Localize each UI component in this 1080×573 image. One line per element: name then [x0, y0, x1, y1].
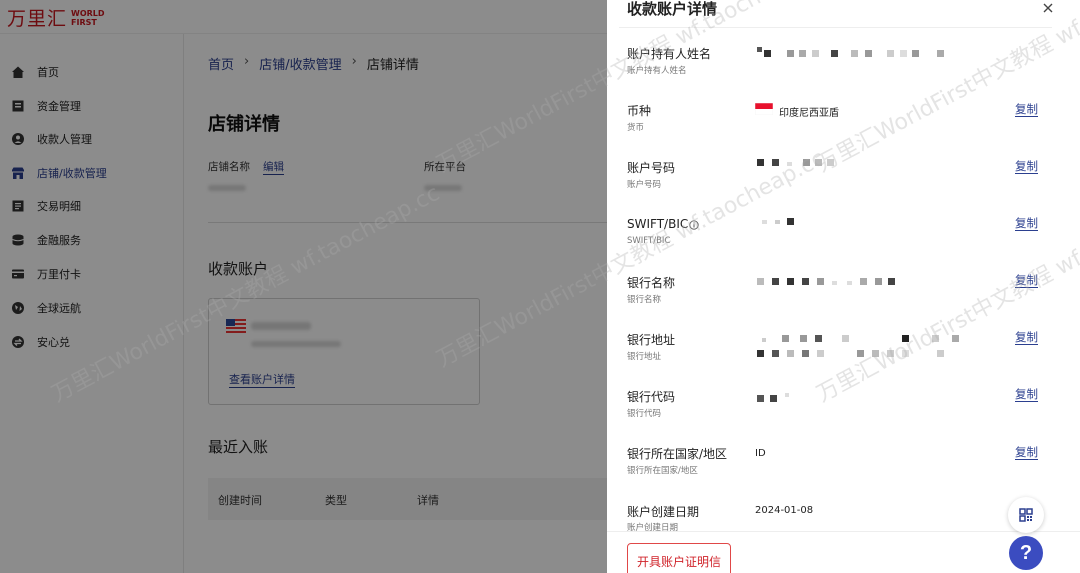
field-sublabel-holder-name: 账户持有人姓名 — [627, 66, 687, 76]
field-label-bank-address: 银行地址 — [627, 333, 676, 347]
field-sublabel-bank-name: 银行名称 — [627, 295, 662, 305]
field-label-holder-name: 账户持有人姓名 — [627, 47, 712, 61]
close-icon[interactable] — [1041, 1, 1055, 15]
account-details-drawer: 收款账户详情 账户持有人姓名 账户持有人姓名 币种 货币 印度尼西亚盾 复制 账… — [607, 0, 1080, 573]
field-sublabel-bank-address: 银行地址 — [627, 352, 662, 362]
bank-country-value: ID — [755, 448, 766, 459]
field-label-bank-country: 银行所在国家/地区 — [627, 447, 728, 461]
field-sublabel-currency: 货币 — [627, 123, 645, 133]
help-button[interactable]: ? — [1009, 536, 1043, 570]
drawer-header-divider — [619, 27, 1052, 28]
field-label-swift: SWIFT/BIC — [627, 217, 689, 231]
copy-account-number-button[interactable]: 复制 — [1015, 160, 1038, 174]
issue-account-certificate-button[interactable]: 开具账户证明信 — [627, 543, 731, 573]
field-label-bank-name: 银行名称 — [627, 276, 676, 290]
field-label-account-number: 账户号码 — [627, 161, 676, 175]
copy-currency-button[interactable]: 复制 — [1015, 103, 1038, 117]
created-date-value: 2024-01-08 — [755, 505, 814, 516]
copy-bank-address-button[interactable]: 复制 — [1015, 331, 1038, 345]
field-sublabel-bank-country: 银行所在国家/地区 — [627, 466, 698, 476]
field-label-currency: 币种 — [627, 104, 652, 118]
info-icon[interactable] — [689, 220, 699, 230]
field-sublabel-swift: SWIFT/BIC — [627, 236, 671, 246]
copy-bank-country-button[interactable]: 复制 — [1015, 446, 1038, 460]
currency-value: 印度尼西亚盾 — [779, 108, 839, 119]
modal-overlay[interactable] — [0, 0, 607, 573]
indonesia-flag-icon — [755, 103, 773, 115]
drawer-footer-divider — [607, 531, 1080, 532]
field-label-bank-code: 银行代码 — [627, 390, 676, 404]
field-sublabel-bank-code: 银行代码 — [627, 409, 662, 419]
qr-code-icon — [1019, 508, 1033, 522]
copy-bank-name-button[interactable]: 复制 — [1015, 274, 1038, 288]
field-label-created-date: 账户创建日期 — [627, 505, 700, 519]
qr-code-button[interactable] — [1008, 497, 1044, 533]
copy-swift-button[interactable]: 复制 — [1015, 217, 1038, 231]
drawer-title: 收款账户详情 — [627, 0, 718, 18]
copy-bank-code-button[interactable]: 复制 — [1015, 388, 1038, 402]
field-sublabel-account-number: 账户号码 — [627, 180, 662, 190]
